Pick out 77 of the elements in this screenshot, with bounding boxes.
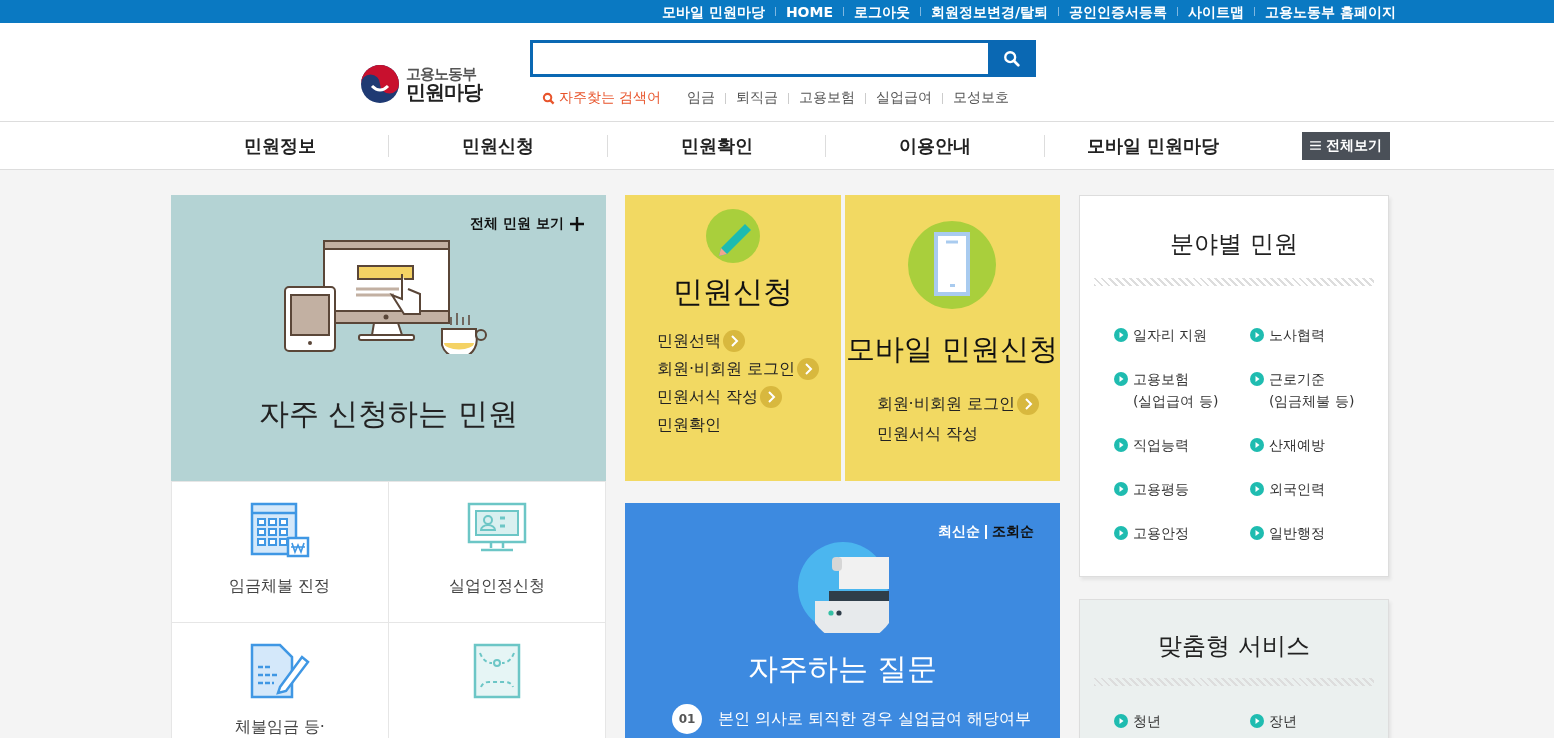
- mobile-apply-link[interactable]: 회원·비회원 로그인: [876, 392, 1060, 416]
- field-link[interactable]: 고용보험 (실업급여 등): [1114, 368, 1250, 412]
- search-icon: [1003, 49, 1021, 68]
- taegeuk-logo-icon: [360, 64, 400, 104]
- top-link[interactable]: 사이트맵: [1188, 2, 1245, 21]
- all-menu-button[interactable]: 전체보기: [1302, 131, 1391, 160]
- search-field[interactable]: [530, 40, 988, 77]
- custom-link[interactable]: 장년: [1250, 710, 1360, 732]
- field-title: 분야별 민원: [1170, 229, 1298, 260]
- bullet-icon: [1114, 526, 1128, 540]
- bullet-icon: [1250, 526, 1264, 540]
- faq-printer-icon: [796, 541, 889, 633]
- service-tile[interactable]: 임금체불 진정: [172, 481, 389, 622]
- mobile-apply-title: 모바일 민원신청: [846, 331, 1059, 368]
- bullet-icon: [1114, 714, 1128, 728]
- service-tile[interactable]: 실업인정신청: [388, 481, 605, 622]
- nav-item[interactable]: 민원확인: [607, 133, 826, 158]
- smartphone-icon: [907, 220, 998, 310]
- service-tile[interactable]: 체불임금 등·: [172, 622, 389, 738]
- field-link[interactable]: 노사협력: [1250, 324, 1360, 346]
- logo-ministry-text: 고용노동부: [406, 66, 477, 82]
- mobile-apply-link[interactable]: 민원서식 작성: [876, 422, 1060, 446]
- bullet-icon: [1250, 328, 1264, 342]
- nav-item[interactable]: 민원신청: [389, 133, 607, 158]
- sort-link[interactable]: 조회순: [992, 523, 1034, 541]
- bullet-icon: [1250, 482, 1264, 496]
- apply-link[interactable]: 민원확인: [657, 413, 841, 437]
- question-link[interactable]: 본인 의사로 퇴직한 경우 실업급여 해당여부: [718, 708, 1032, 730]
- top-link[interactable]: 고용노동부 홈페이지: [1265, 2, 1396, 21]
- field-link[interactable]: 산재예방: [1250, 434, 1360, 456]
- search-icon: [542, 91, 555, 105]
- popular-keywords-label: 자주찾는 검색어: [559, 89, 662, 107]
- top-link[interactable]: HOME: [785, 2, 833, 21]
- field-link[interactable]: 외국인력: [1250, 478, 1360, 500]
- field-link[interactable]: 근로기준 (임금체불 등): [1250, 368, 1360, 412]
- keyword-link[interactable]: 모성보호: [953, 89, 1010, 107]
- pencil-icon: [704, 208, 761, 264]
- bullet-icon: [1250, 714, 1264, 728]
- apply-link[interactable]: 회원·비회원 로그인: [657, 357, 841, 381]
- logo-service-text: 민원마당: [406, 81, 482, 102]
- bullet-icon: [1250, 438, 1264, 452]
- faq-title: 자주하는 질문: [747, 650, 938, 688]
- keyword-link[interactable]: 퇴직금: [736, 89, 779, 107]
- field-link[interactable]: 고용평등: [1114, 478, 1250, 500]
- apply-link[interactable]: 민원선택: [657, 329, 841, 353]
- search-button[interactable]: [988, 40, 1036, 77]
- custom-title: 맞춤형 서비스: [1158, 631, 1310, 662]
- bullet-icon: [1114, 482, 1128, 496]
- bullet-icon: [1114, 372, 1128, 386]
- bullet-icon: [1114, 438, 1128, 452]
- field-link[interactable]: 직업능력: [1114, 434, 1250, 456]
- keyword-link[interactable]: 임금: [687, 89, 716, 107]
- bullet-icon: [1114, 328, 1128, 342]
- nav-item[interactable]: 이용안내: [826, 133, 1044, 158]
- apply-title: 민원신청: [672, 273, 793, 311]
- menu-icon: [1310, 141, 1322, 150]
- top-link[interactable]: 공인인증서등록: [1069, 2, 1168, 21]
- field-link[interactable]: 고용안정: [1114, 522, 1250, 544]
- nav-item[interactable]: 모바일 민원마당: [1044, 133, 1263, 158]
- custom-link[interactable]: 청년: [1114, 710, 1250, 732]
- bullet-icon: [1250, 372, 1264, 386]
- document-pen-icon: [249, 643, 310, 699]
- keyword-link[interactable]: 실업급여: [876, 89, 933, 107]
- field-link[interactable]: 일자리 지원: [1114, 324, 1250, 346]
- keyword-link[interactable]: 고용보험: [799, 89, 856, 107]
- top-link[interactable]: 로그아웃: [854, 2, 910, 21]
- nav-item[interactable]: 민원정보: [171, 133, 389, 158]
- top-link[interactable]: 모바일 민원마당: [662, 2, 765, 21]
- question-number: 01: [672, 704, 702, 734]
- calculator-icon: [249, 502, 310, 558]
- view-all-link[interactable]: 전체 민원 보기: [470, 215, 584, 233]
- plus-icon: [570, 217, 584, 231]
- field-link[interactable]: 일반행정: [1250, 522, 1360, 544]
- sort-link[interactable]: 최신순: [938, 523, 980, 541]
- frequent-title: 자주 신청하는 민원: [258, 395, 519, 433]
- top-link[interactable]: 회원정보변경/탈퇴: [931, 2, 1049, 21]
- apply-link[interactable]: 민원서식 작성: [657, 385, 841, 409]
